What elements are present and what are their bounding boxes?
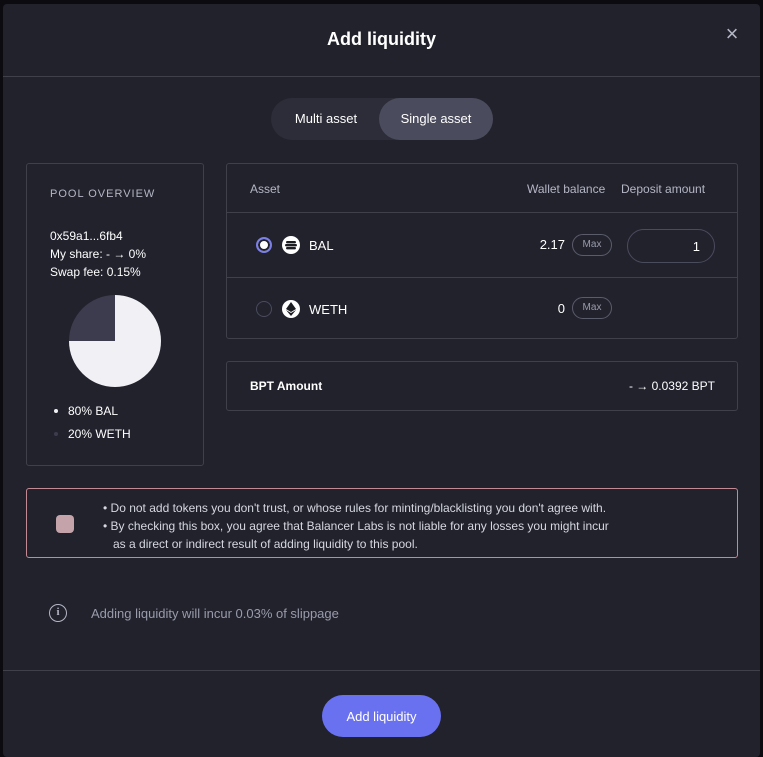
token-name-weth: WETH <box>309 302 348 317</box>
bpt-label: BPT Amount <box>250 379 323 393</box>
agree-checkbox[interactable] <box>56 515 74 533</box>
max-button-weth[interactable]: Max <box>572 297 612 319</box>
token-name-bal: BAL <box>309 238 334 253</box>
bal-token-icon <box>282 236 300 254</box>
modal-title: Add liquidity <box>327 29 436 49</box>
swap-fee: Swap fee: 0.15% <box>50 265 141 279</box>
modal-header: Add liquidity × <box>3 4 760 77</box>
legend-label-bal: 80% BAL <box>68 404 119 418</box>
legend-item-bal: 80% BAL <box>54 404 118 418</box>
max-button-bal[interactable]: Max <box>572 234 612 256</box>
header-divider <box>227 212 737 213</box>
slippage-text: Adding liquidity will incur 0.03% of sli… <box>91 605 339 621</box>
header-asset: Asset <box>250 182 281 196</box>
balance-weth: 0 <box>557 301 565 316</box>
pool-composition-pie <box>69 295 161 387</box>
assets-table: Asset Wallet balance Deposit amount BAL … <box>226 163 738 339</box>
header-deposit-amount: Deposit amount <box>621 182 706 196</box>
deposit-input-bal[interactable] <box>627 229 715 263</box>
radio-weth[interactable] <box>256 301 272 317</box>
radio-bal[interactable] <box>256 237 272 253</box>
legend-dot-bal <box>54 409 58 413</box>
legend-label-weth: 20% WETH <box>68 427 131 441</box>
eth-token-icon <box>282 300 300 318</box>
header-wallet-balance: Wallet balance <box>527 182 606 196</box>
tab-single-asset[interactable]: Single asset <box>379 98 493 140</box>
warning-line-2: • By checking this box, you agree that B… <box>103 519 609 533</box>
pool-address: 0x59a1...6fb4 <box>50 229 123 243</box>
add-liquidity-button[interactable]: Add liquidity <box>322 695 441 737</box>
balance-bal: 2.17 <box>539 237 565 252</box>
slippage-notice: i Adding liquidity will incur 0.03% of s… <box>49 604 339 622</box>
row-divider <box>227 277 737 278</box>
my-share: My share: - → 0% <box>50 247 147 261</box>
asset-mode-toggle: Multi asset Single asset <box>271 98 493 140</box>
warning-line-3: as a direct or indirect result of adding… <box>113 537 418 551</box>
close-icon[interactable]: × <box>724 23 740 45</box>
pool-overview-heading: POOL OVERVIEW <box>50 188 156 200</box>
legend-item-weth: 20% WETH <box>54 427 131 441</box>
add-liquidity-modal: Add liquidity × Multi asset Single asset… <box>3 4 760 757</box>
risk-warning-panel: • Do not add tokens you don't trust, or … <box>26 488 738 558</box>
footer-divider <box>3 670 760 671</box>
info-icon: i <box>49 604 67 622</box>
bpt-amount-panel: BPT Amount - → 0.0392 BPT <box>226 361 738 411</box>
pool-overview-panel: POOL OVERVIEW 0x59a1...6fb4 My share: - … <box>26 163 204 466</box>
warning-line-1: • Do not add tokens you don't trust, or … <box>103 501 607 515</box>
tab-multi-asset[interactable]: Multi asset <box>271 98 381 140</box>
legend-dot-weth <box>54 432 58 436</box>
bpt-value: - → 0.0392 BPT <box>628 379 715 393</box>
